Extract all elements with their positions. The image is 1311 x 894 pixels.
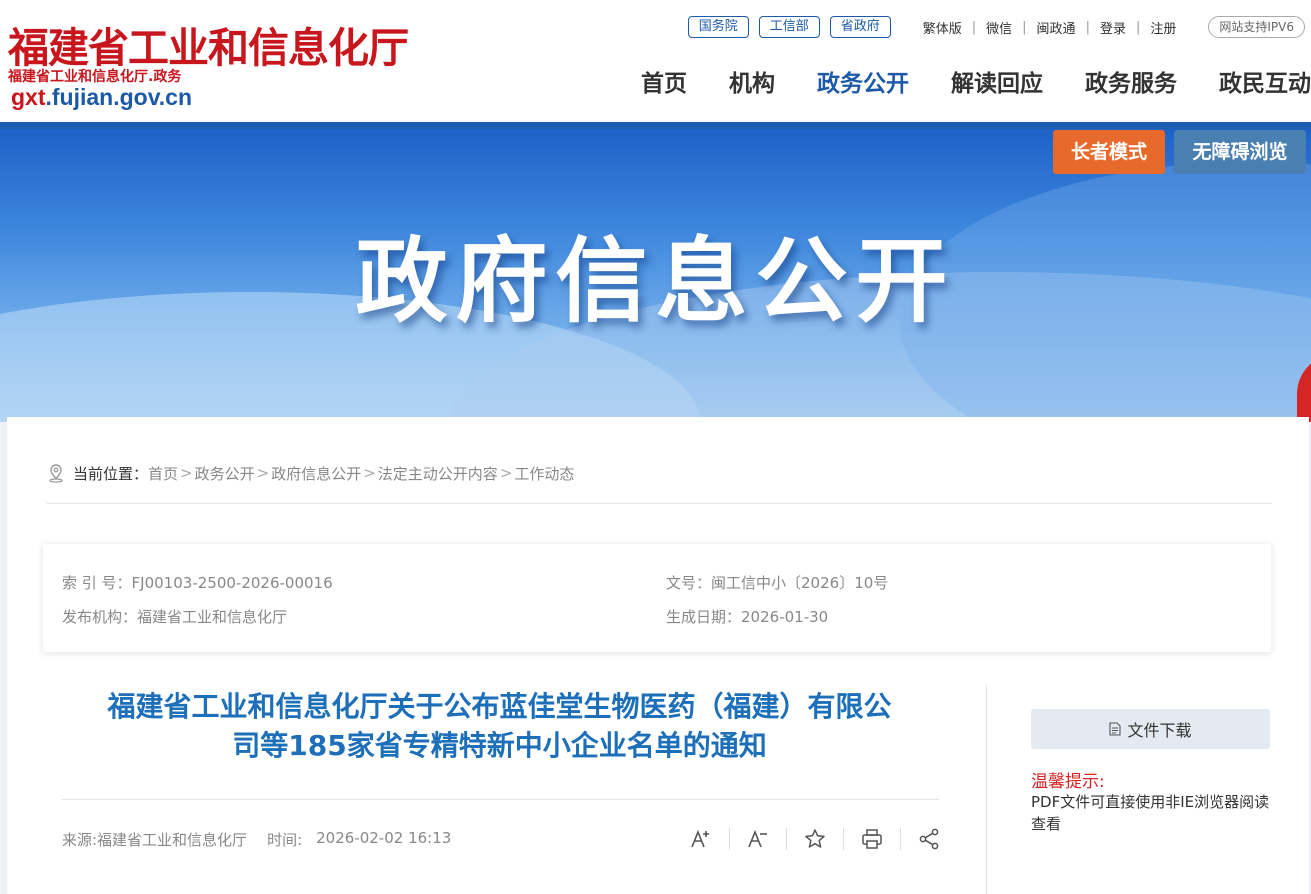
meta-doc-number: 文号：闽工信中小〔2026〕10号 — [666, 572, 888, 593]
accessibility-button[interactable]: 无障碍浏览 — [1174, 130, 1306, 174]
tool-separator — [900, 828, 901, 850]
breadcrumb-label: 当前位置： — [73, 464, 149, 483]
meta-doc-value: 闽工信中小〔2026〕10号 — [711, 574, 889, 592]
site-logo-title[interactable]: 福建省工业和信息化厅 — [8, 14, 409, 74]
tool-separator — [786, 828, 787, 850]
sidebar-divider — [986, 685, 987, 894]
print-icon[interactable] — [858, 825, 886, 853]
meta-index-value: FJ00103-2500-2026-00016 — [131, 574, 333, 592]
meta-date-label: 生成日期： — [666, 608, 742, 626]
link-register[interactable]: 注册 — [1140, 18, 1186, 37]
nav-gov-service[interactable]: 政务服务 — [1085, 64, 1177, 98]
article-title-line2: 司等185家省专精特新中小企业名单的通知 — [232, 729, 767, 762]
breadcrumb-legal-content[interactable]: 法定主动公开内容 — [378, 463, 498, 484]
meta-org: 发布机构：福建省工业和信息化厅 — [62, 606, 287, 627]
main-nav: 首页 机构 政务公开 解读回应 政务服务 政民互动 — [641, 64, 1311, 98]
breadcrumb-separator: > — [180, 464, 193, 482]
link-minzhengtong[interactable]: 闽政通 — [1027, 18, 1086, 37]
meta-index-label: 索 引 号： — [62, 574, 132, 592]
meta-org-label: 发布机构： — [62, 608, 138, 626]
elder-mode-button[interactable]: 长者模式 — [1053, 130, 1165, 174]
pill-link-gongxinbu[interactable]: 工信部 — [758, 16, 820, 38]
banner-title: 政府信息公开 — [355, 228, 956, 335]
divider — [62, 799, 939, 800]
breadcrumb-home[interactable]: 首页 — [148, 463, 178, 484]
tip-text: PDF文件可直接使用非IE浏览器阅读查看 — [1031, 793, 1270, 833]
breadcrumb-gov-affairs[interactable]: 政务公开 — [195, 463, 255, 484]
link-traditional[interactable]: 繁体版 — [913, 18, 972, 37]
document-meta-box: 索 引 号：FJ00103-2500-2026-00016 文号：闽工信中小〔2… — [43, 544, 1271, 652]
meta-index: 索 引 号：FJ00103-2500-2026-00016 — [62, 572, 333, 593]
pill-link-guowuyuan[interactable]: 国务院 — [687, 16, 749, 38]
site-logo-subtitle: 福建省工业和信息化厅.政务 — [8, 69, 182, 85]
article-info: 来源:福建省工业和信息化厅 时间: 2026-02-02 16:13 — [62, 829, 451, 850]
tool-separator — [729, 828, 730, 850]
breadcrumb-separator: > — [363, 464, 376, 482]
ipv6-badge: 网站支持IPV6 — [1208, 16, 1305, 38]
hero-banner: 政府信息公开 长者模式 无障碍浏览 — [0, 122, 1311, 422]
article-title: 福建省工业和信息化厅关于公布蓝佳堂生物医药（福建）有限公 司等185家省专精特新… — [47, 687, 952, 765]
domain-prefix: gxt — [11, 84, 46, 110]
domain-rest: .fujian.gov.cn — [45, 84, 193, 110]
divider — [47, 503, 1272, 504]
nav-interpretation[interactable]: 解读回应 — [951, 64, 1043, 98]
pill-link-shengzhengfu[interactable]: 省政府 — [829, 16, 891, 38]
article-title-line1: 福建省工业和信息化厅关于公布蓝佳堂生物医药（福建）有限公 — [107, 690, 892, 723]
breadcrumb-separator: > — [499, 464, 513, 482]
article-source: 来源:福建省工业和信息化厅 — [62, 831, 248, 849]
meta-doc-label: 文号： — [666, 574, 712, 592]
tip-title: 温馨提示: — [1031, 772, 1105, 792]
document-icon — [1109, 722, 1122, 736]
breadcrumb-separator: > — [256, 464, 270, 482]
meta-date: 生成日期：2026-01-30 — [666, 606, 828, 627]
file-download-label: 文件下载 — [1127, 721, 1192, 740]
nav-interaction[interactable]: 政民互动 — [1219, 64, 1311, 98]
top-links-bar: 国务院 工信部 省政府 繁体版 | 微信 | 闽政通 | 登录 | 注册 网站支持IPV… — [687, 15, 1305, 39]
link-wechat[interactable]: 微信 — [976, 18, 1022, 37]
site-header: 福建省工业和信息化厅 福建省工业和信息化厅.政务 gxt.fujian.gov.… — [0, 0, 1311, 122]
site-logo-domain: gxt.fujian.gov.cn — [11, 84, 192, 111]
font-increase-icon[interactable] — [687, 825, 715, 853]
nav-gov-affairs[interactable]: 政务公开 — [817, 64, 909, 98]
breadcrumb-info-disclosure[interactable]: 政府信息公开 — [271, 463, 361, 484]
favorite-star-icon[interactable] — [801, 825, 829, 853]
meta-date-value: 2026-01-30 — [741, 608, 829, 626]
breadcrumb: 当前位置： 首页 > 政务公开 > 政府信息公开 > 法定主动公开内容 > 工作动态 — [47, 462, 574, 484]
nav-home[interactable]: 首页 — [641, 64, 687, 98]
main-content: 当前位置： 首页 > 政务公开 > 政府信息公开 > 法定主动公开内容 > 工作动态 索… — [7, 417, 1309, 894]
article-time-value: 2026-02-02 16:13 — [316, 829, 452, 847]
font-decrease-icon[interactable] — [744, 825, 772, 853]
banner-top-stripe — [0, 122, 1311, 129]
article-time-label: 时间: — [267, 831, 303, 849]
location-icon — [49, 464, 63, 483]
breadcrumb-work-news[interactable]: 工作动态 — [514, 463, 574, 484]
file-download-button[interactable]: 文件下载 — [1031, 709, 1270, 749]
nav-organization[interactable]: 机构 — [729, 64, 775, 98]
meta-org-value: 福建省工业和信息化厅 — [137, 608, 288, 626]
share-icon[interactable] — [915, 825, 943, 853]
tool-separator — [843, 828, 844, 850]
article-tools — [687, 825, 943, 853]
link-login[interactable]: 登录 — [1090, 18, 1136, 37]
